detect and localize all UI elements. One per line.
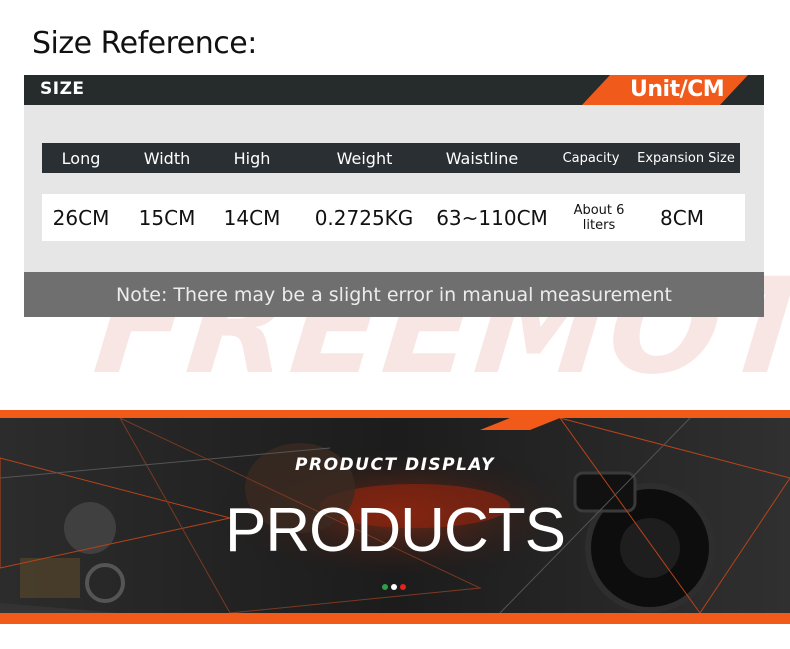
color-dot-green: [382, 584, 388, 590]
unit-badge: Unit/CM: [582, 75, 748, 105]
unit-label: Unit/CM: [630, 77, 725, 102]
size-table-header: Long Width High Weight Waistline Capacit…: [42, 143, 740, 173]
header-high: High: [233, 148, 271, 168]
value-width: 15CM: [138, 205, 196, 230]
color-dot-white: [391, 584, 397, 590]
value-weight: 0.2725KG: [314, 205, 414, 230]
size-reference-card: SIZE Unit/CM Long Width High Weight Wais…: [24, 75, 764, 317]
header-width: Width: [143, 148, 191, 168]
note-text: Note: There may be a slight error in man…: [116, 283, 672, 306]
value-waistline: 63~110CM: [436, 205, 548, 230]
banner-subtitle: PRODUCT DISPLAY: [295, 455, 495, 475]
header-expansion-size: Expansion Size: [637, 150, 735, 166]
color-dot-red: [400, 584, 406, 590]
note-bar: Note: There may be a slight error in man…: [24, 272, 764, 317]
value-high: 14CM: [223, 205, 281, 230]
banner-bottom-stripe: [0, 613, 790, 624]
size-table-values: 26CM 15CM 14CM 0.2725KG 63~110CM About 6…: [42, 194, 745, 241]
size-title: SIZE: [40, 79, 85, 99]
size-header-bar: SIZE Unit/CM: [24, 75, 764, 105]
header-capacity: Capacity: [562, 150, 620, 166]
page-heading: Size Reference:: [32, 26, 257, 61]
value-long: 26CM: [52, 205, 110, 230]
banner-title: PRODUCTS: [225, 496, 566, 565]
banner-top-stripe: [0, 410, 790, 418]
header-weight: Weight: [336, 148, 393, 168]
header-long: Long: [61, 148, 101, 168]
header-waistline: Waistline: [445, 148, 519, 168]
value-expansion-size: 8CM: [660, 205, 704, 230]
value-capacity: About 6 liters: [573, 202, 625, 233]
product-display-banner: PRODUCT DISPLAY PRODUCTS: [0, 410, 790, 624]
color-dots: [382, 584, 406, 590]
